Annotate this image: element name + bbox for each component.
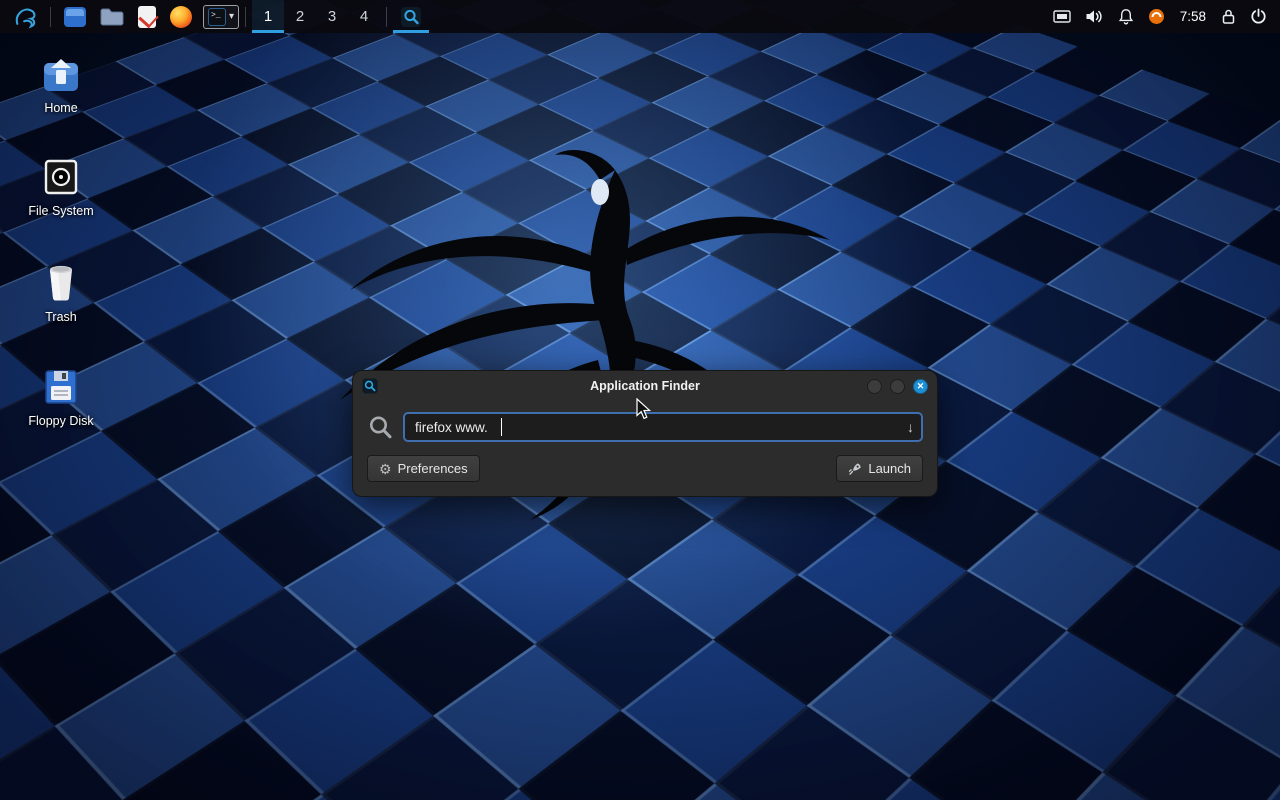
dropdown-arrow-icon[interactable]: ↓ xyxy=(907,419,914,435)
chevron-down-icon[interactable]: ▾ xyxy=(229,12,234,22)
panel-separator xyxy=(50,7,51,27)
kali-logo-icon xyxy=(13,5,37,29)
logout-icon[interactable] xyxy=(1243,8,1274,25)
maximize-button[interactable] xyxy=(890,379,905,394)
workspace-1[interactable]: 1 xyxy=(252,0,284,33)
floppy-disk-icon xyxy=(42,368,80,406)
search-input[interactable] xyxy=(403,412,923,442)
search-icon xyxy=(367,414,394,441)
app-finder-launcher[interactable] xyxy=(393,0,429,33)
gear-icon: ⚙ xyxy=(379,462,392,476)
file-manager-launcher[interactable] xyxy=(57,0,93,33)
folder-icon xyxy=(100,7,124,27)
desktop-icon-label: Floppy Disk xyxy=(28,414,93,428)
workspace-2[interactable]: 2 xyxy=(284,0,316,33)
minimize-button[interactable] xyxy=(867,379,882,394)
clock[interactable]: 7:58 xyxy=(1172,9,1214,24)
desktop-icon-label: File System xyxy=(28,204,93,218)
files-launcher[interactable] xyxy=(93,0,131,33)
lock-icon[interactable] xyxy=(1214,8,1243,25)
desktop: >_ ▾ 1 2 3 4 xyxy=(0,0,1280,800)
file-system-icon xyxy=(41,158,81,196)
text-caret xyxy=(501,418,502,436)
close-icon: ✕ xyxy=(917,382,925,391)
preferences-button[interactable]: ⚙ Preferences xyxy=(367,455,480,482)
window-title: Application Finder xyxy=(353,379,937,393)
panel-separator xyxy=(386,7,387,27)
top-panel: >_ ▾ 1 2 3 4 xyxy=(0,0,1280,33)
firefox-icon xyxy=(170,6,192,28)
firefox-launcher[interactable] xyxy=(163,0,199,33)
terminal-icon: >_ xyxy=(208,8,226,26)
button-row: ⚙ Preferences Launch xyxy=(367,455,923,482)
desktop-icon-label: Trash xyxy=(45,310,77,324)
home-icon xyxy=(40,55,82,93)
launch-label: Launch xyxy=(868,461,911,476)
terminal-launcher[interactable]: >_ ▾ xyxy=(203,5,239,29)
window-buttons: ✕ xyxy=(867,379,928,394)
file-manager-icon xyxy=(64,7,86,27)
update-status-icon[interactable] xyxy=(1141,8,1172,25)
volume-icon[interactable] xyxy=(1078,9,1111,24)
application-finder-window: Application Finder ✕ ↓ xyxy=(352,370,938,497)
close-button[interactable]: ✕ xyxy=(913,379,928,394)
titlebar[interactable]: Application Finder ✕ xyxy=(353,371,937,401)
desktop-icon-label: Home xyxy=(44,101,77,115)
text-editor-launcher[interactable] xyxy=(131,0,163,33)
desktop-icon-file-system[interactable]: File System xyxy=(15,158,107,218)
text-editor-icon xyxy=(138,6,156,28)
panel-right: 7:58 xyxy=(1046,0,1274,33)
app-finder-icon xyxy=(400,6,422,28)
workspace-3[interactable]: 3 xyxy=(316,0,348,33)
dialog-body: ↓ ⚙ Preferences Launch xyxy=(353,401,937,496)
workspace-4[interactable]: 4 xyxy=(348,0,380,33)
workspace-switcher: 1 2 3 4 xyxy=(252,0,380,33)
launch-icon xyxy=(848,462,862,476)
preferences-label: Preferences xyxy=(398,461,468,476)
search-row: ↓ xyxy=(367,412,923,442)
notifications-bell-icon[interactable] xyxy=(1111,8,1141,25)
panel-left: >_ ▾ 1 2 3 4 xyxy=(6,0,429,33)
panel-separator xyxy=(245,7,246,27)
applications-menu-button[interactable] xyxy=(6,0,44,33)
launch-button[interactable]: Launch xyxy=(836,455,923,482)
desktop-icon-floppy-disk[interactable]: Floppy Disk xyxy=(15,368,107,428)
desktop-icon-trash[interactable]: Trash xyxy=(15,262,107,324)
trash-icon xyxy=(42,262,80,302)
display-icon[interactable] xyxy=(1046,10,1078,23)
desktop-icon-home[interactable]: Home xyxy=(15,55,107,115)
application-finder-title-icon xyxy=(362,378,378,394)
search-field: ↓ xyxy=(403,412,923,442)
